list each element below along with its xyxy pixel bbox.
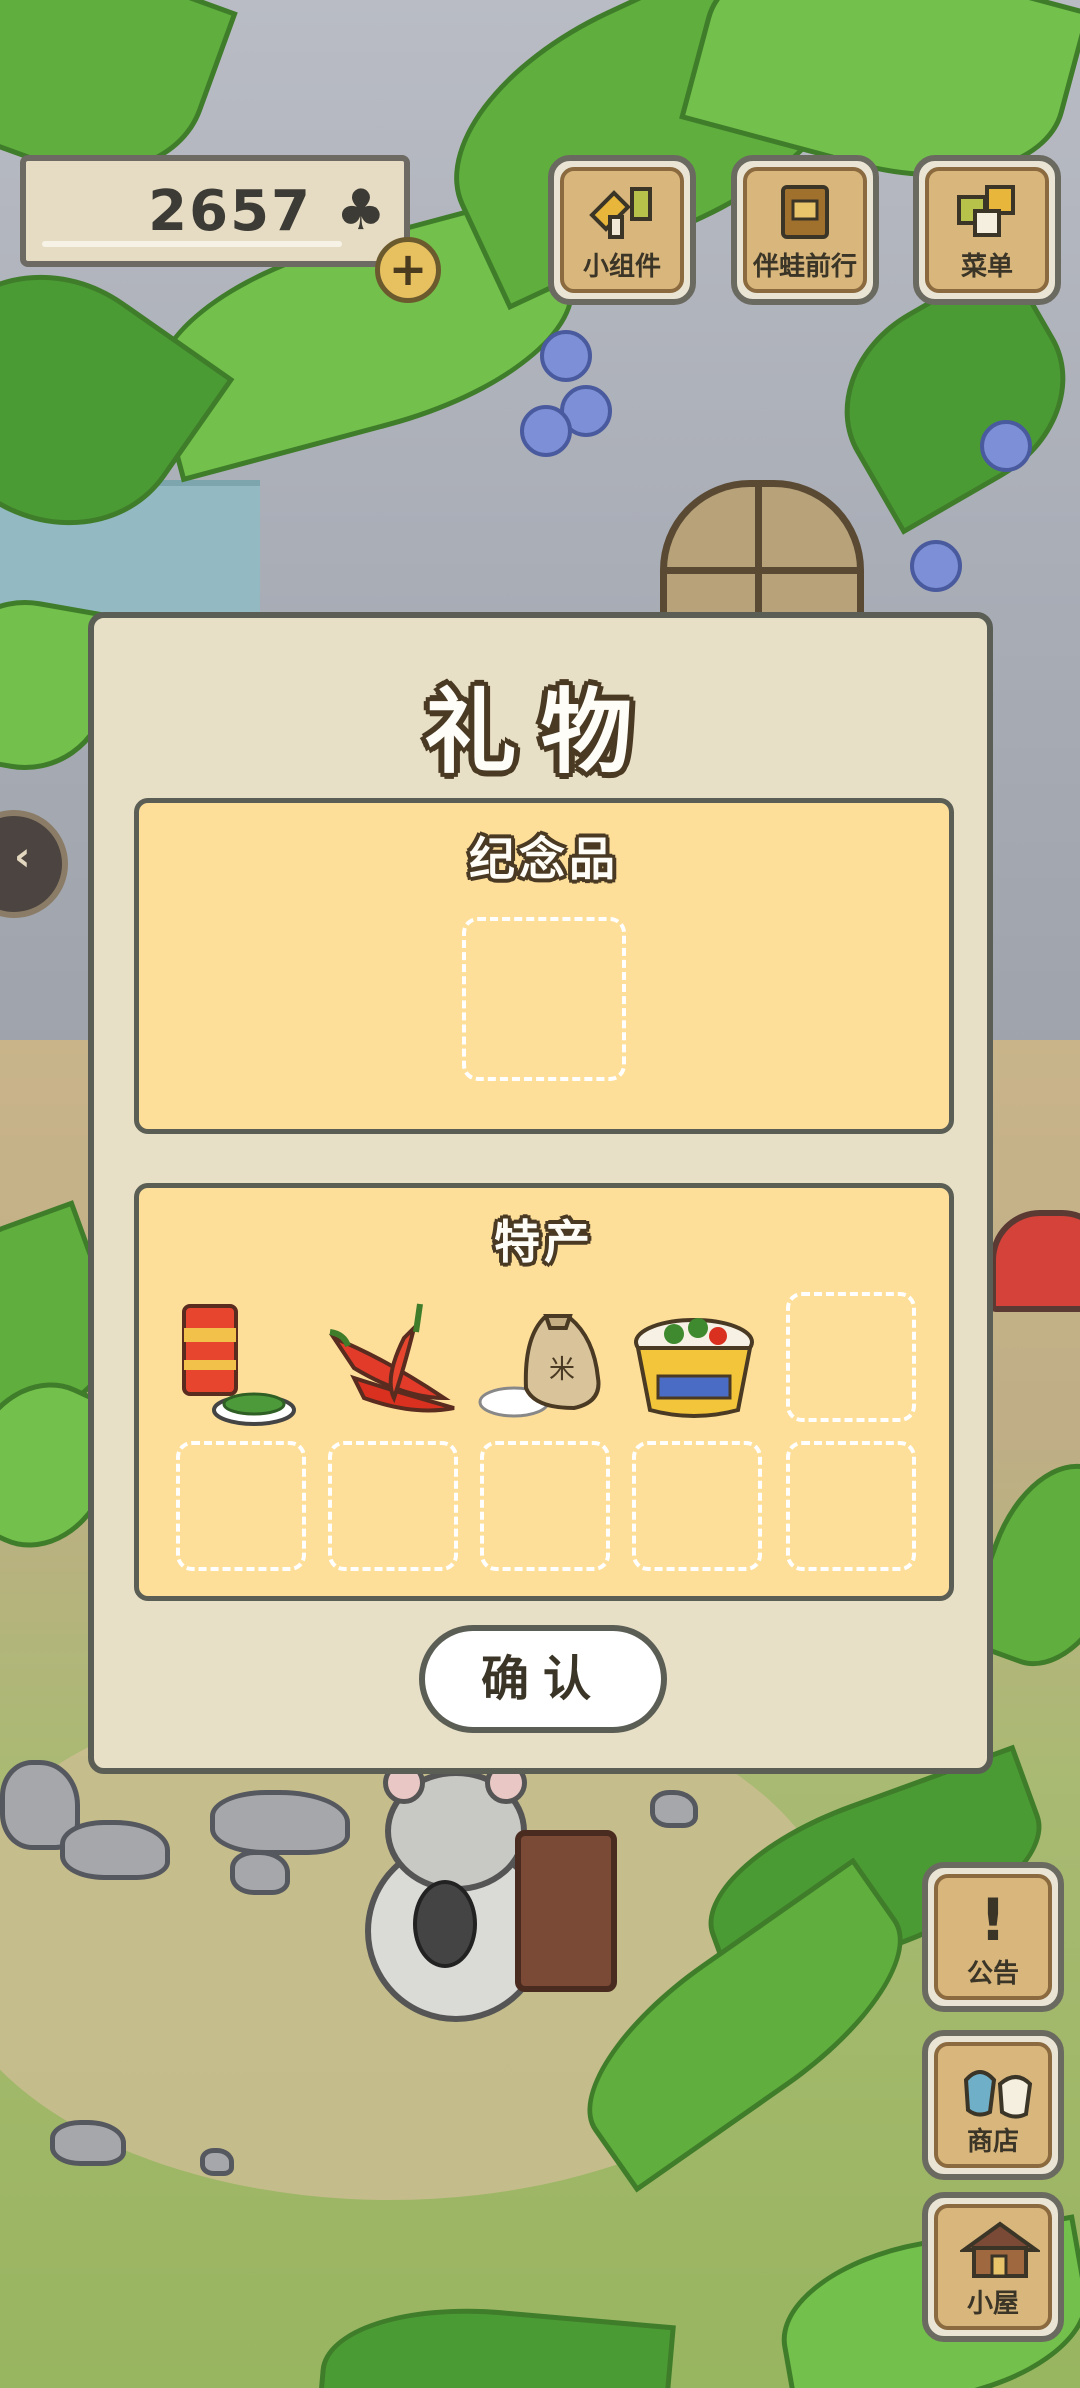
stone	[650, 1790, 698, 1828]
journal-button[interactable]: 伴蛙前行	[731, 155, 879, 305]
house-label: 小屋	[966, 2289, 1019, 2319]
chili-peppers-icon[interactable]	[324, 1298, 464, 1428]
shop-label: 商店	[966, 2127, 1019, 2157]
specialty-empty-slot[interactable]	[176, 1441, 306, 1571]
specialty-empty-slot[interactable]	[632, 1441, 762, 1571]
noodle-bowl-icon[interactable]	[624, 1298, 764, 1428]
menu-button[interactable]: 菜单	[913, 155, 1061, 305]
svg-text:米: 米	[549, 1355, 575, 1385]
notice-label: 公告	[966, 1959, 1019, 1989]
basket-icon	[515, 1830, 617, 1992]
shop-icon	[963, 2070, 1033, 2119]
sunflower-seed-icon	[413, 1880, 477, 1968]
notice-icon: !	[979, 1886, 1007, 1954]
hamster-character[interactable]	[365, 1762, 547, 2022]
chili-peppers-icon	[328, 1303, 455, 1413]
add-clover-button[interactable]: +	[375, 237, 441, 303]
shop-button[interactable]: 商店	[922, 2030, 1064, 2180]
tea-can-and-greens-icon[interactable]	[174, 1298, 314, 1428]
widget-button[interactable]: 小组件	[548, 155, 696, 305]
flower	[520, 405, 572, 457]
rice-sack-icon: 米	[478, 1314, 601, 1418]
stone	[210, 1790, 350, 1855]
house-icon	[960, 2221, 1040, 2278]
specialty-empty-slot[interactable]	[786, 1292, 916, 1422]
dialog-title: 礼物	[424, 679, 657, 786]
stone	[230, 1850, 290, 1895]
specialty-panel: 特产 米	[134, 1183, 954, 1601]
clover-counter: 2657 ♣	[20, 155, 410, 267]
flower	[910, 540, 962, 592]
widget-icon	[589, 187, 652, 239]
rice-sack-icon[interactable]: 米	[474, 1298, 614, 1428]
house-button-face: 小屋	[934, 2204, 1052, 2330]
specialty-empty-slot[interactable]	[480, 1441, 610, 1571]
noodle-bowl-icon	[634, 1318, 754, 1418]
specialty-empty-slot[interactable]	[328, 1441, 458, 1571]
widget-button-face: 小组件	[560, 167, 684, 293]
journal-label: 伴蛙前行	[752, 252, 857, 282]
back-arrow-icon: ‹	[14, 834, 31, 880]
stone	[200, 2148, 234, 2176]
flower	[540, 330, 592, 382]
souvenir-panel: 纪念品	[134, 798, 954, 1134]
notice-button-face: ! 公告	[934, 1874, 1052, 2000]
shop-button-face: 商店	[934, 2042, 1052, 2168]
journal-button-face: 伴蛙前行	[743, 167, 867, 293]
confirm-button[interactable]: 确认	[419, 1625, 667, 1733]
house-button[interactable]: 小屋	[922, 2192, 1064, 2342]
clover-count: 2657	[148, 179, 312, 244]
widget-label: 小组件	[582, 252, 661, 282]
menu-label: 菜单	[960, 252, 1013, 282]
flower	[980, 420, 1032, 472]
tea-can-and-greens-icon	[182, 1304, 296, 1426]
stone	[60, 1820, 170, 1880]
journal-icon	[781, 185, 829, 239]
notice-button[interactable]: ! 公告	[922, 1862, 1064, 2012]
souvenir-title: 纪念品	[469, 832, 619, 886]
clover-icon: ♣	[335, 178, 386, 243]
gift-dialog: 礼物 纪念品 特产 米 确认	[88, 612, 993, 1774]
specialty-title: 特产	[494, 1215, 594, 1269]
specialty-empty-slot[interactable]	[786, 1441, 916, 1571]
menu-button-face: 菜单	[925, 167, 1049, 293]
stone	[50, 2120, 126, 2166]
souvenir-slot[interactable]	[462, 917, 626, 1081]
menu-icon	[957, 185, 1015, 237]
mailbox[interactable]	[990, 1210, 1080, 1312]
